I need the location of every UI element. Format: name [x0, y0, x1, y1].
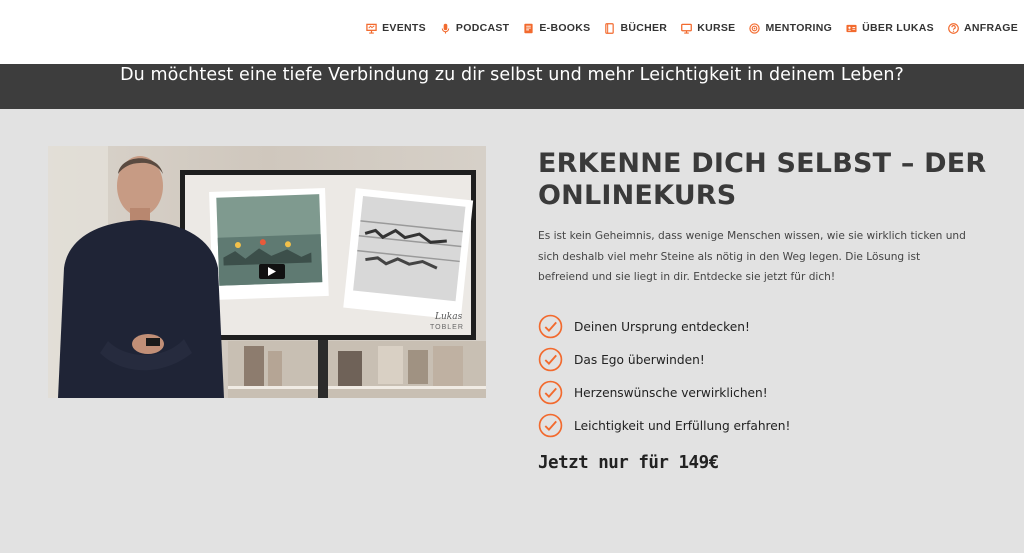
nav-item-kurse[interactable]: KURSE: [681, 22, 735, 34]
nav-label: ANFRAGE: [963, 22, 1018, 34]
checkmark-circle-icon: [538, 347, 563, 372]
presentation-icon: [366, 23, 377, 34]
book-icon: [604, 22, 615, 34]
banner-headline: Du möchtest eine tiefe Verbindung zu dir…: [120, 65, 904, 85]
course-description: Es ist kein Geheimnis, dass wenige Mensc…: [538, 230, 966, 283]
nav-label: PODCAST: [455, 22, 510, 34]
nav-label: EVENTS: [382, 22, 426, 34]
benefit-label: Leichtigkeit und Erfüllung erfahren!: [574, 418, 791, 433]
target-icon: [749, 22, 761, 34]
ebook-icon: [523, 23, 534, 34]
nav-label: ÜBER LUKAS: [862, 22, 934, 34]
list-item: Das Ego überwinden!: [538, 343, 790, 376]
list-item: Herzenswünsche verwirklichen!: [538, 376, 790, 409]
monitor-icon: [681, 23, 693, 34]
question-icon: [948, 22, 959, 34]
id-card-icon: [846, 23, 857, 34]
nav-label: E-BOOKS: [539, 22, 591, 34]
nav-label: BÜCHER: [620, 22, 668, 34]
list-item: Leichtigkeit und Erfüllung erfahren!: [538, 409, 790, 442]
top-navigation: EVENTS PODCAST E-BOOKS BÜCHER KURSE MENT…: [0, 0, 1024, 64]
list-item: Deinen Ursprung entdecken!: [538, 310, 790, 343]
course-video[interactable]: Lukas TOBLER: [48, 146, 486, 398]
nav-item-mentoring[interactable]: MENTORING: [749, 22, 832, 34]
price-text: Jetzt nur für 149€: [538, 453, 719, 473]
signature-lukas: Lukas: [434, 312, 463, 322]
nav-item-ebooks[interactable]: E-BOOKS: [523, 22, 590, 34]
headline-banner: Du möchtest eine tiefe Verbindung zu dir…: [0, 64, 1024, 109]
nav-item-anfrage[interactable]: ANFRAGE: [948, 22, 1018, 34]
benefit-label: Herzenswünsche verwirklichen!: [574, 385, 768, 400]
benefit-label: Das Ego überwinden!: [574, 352, 705, 367]
microphone-icon: [440, 23, 451, 34]
nav-item-events[interactable]: EVENTS: [366, 22, 426, 34]
nav-item-ueber-lukas[interactable]: ÜBER LUKAS: [846, 22, 934, 34]
checkmark-circle-icon: [538, 314, 563, 339]
course-title: ERKENNE DICH SELBST – DER ONLINEKURS: [538, 148, 987, 211]
nav-label: MENTORING: [765, 22, 833, 34]
nav-item-podcast[interactable]: PODCAST: [440, 22, 509, 34]
checkmark-circle-icon: [538, 380, 563, 405]
benefit-label: Deinen Ursprung entdecken!: [574, 319, 750, 334]
nav-menu: EVENTS PODCAST E-BOOKS BÜCHER KURSE MENT…: [366, 22, 1018, 34]
checkmark-circle-icon: [538, 413, 563, 438]
nav-label: KURSE: [697, 22, 736, 34]
video-thumbnail-image: Lukas TOBLER: [48, 146, 486, 398]
signature-tobler: TOBLER: [430, 324, 464, 331]
benefits-list: Deinen Ursprung entdecken! Das Ego überw…: [538, 310, 790, 442]
nav-item-buecher[interactable]: BÜCHER: [604, 22, 667, 34]
